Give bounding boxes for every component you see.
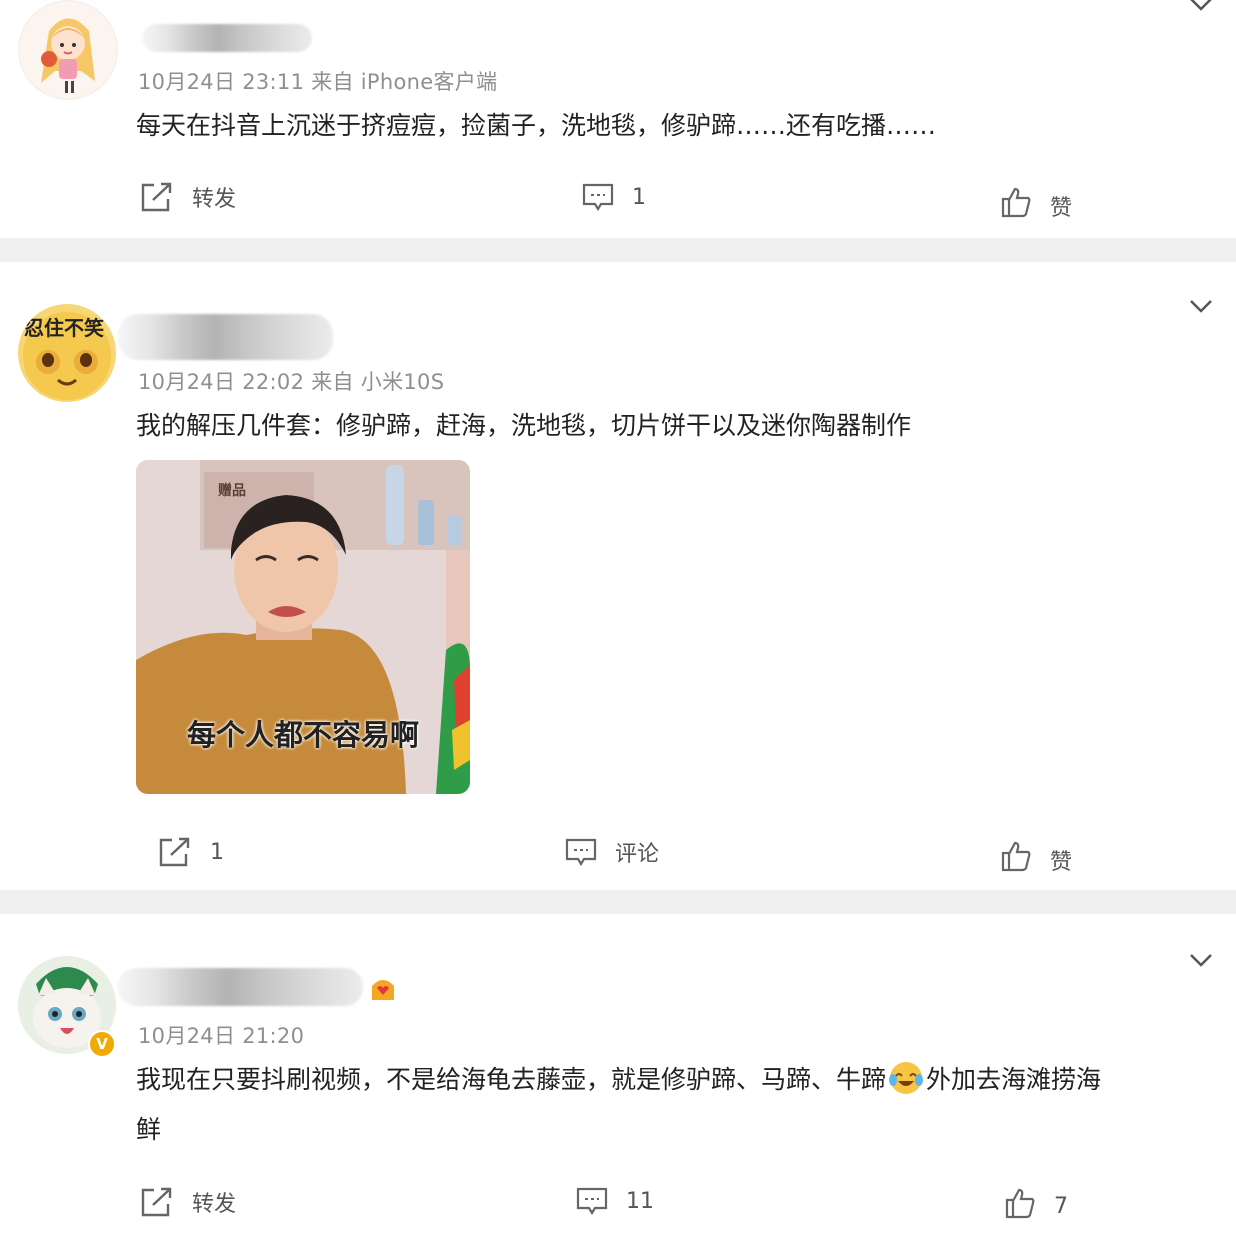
comment-meta: 10月24日 22:02 来自 小米10S (138, 370, 445, 394)
username-redacted[interactable] (118, 968, 363, 1006)
comment-text-line2: 鲜 (136, 1115, 162, 1144)
comment-card: 忍住不笑 10月24日 22:02 来自 小米10S 我的解压几件套：修驴蹄，赶… (0, 262, 1236, 890)
chevron-down-icon[interactable] (1188, 298, 1214, 316)
verified-badge: V (88, 1030, 116, 1058)
comment-meta: 10月24日 21:20 (138, 1024, 305, 1048)
meme-image[interactable]: 赠品 每个人都不容易啊 (136, 460, 470, 794)
like-button[interactable]: 赞 (1000, 182, 1072, 222)
like-label: 赞 (1050, 196, 1073, 221)
username-redacted[interactable] (118, 314, 333, 360)
comment-text: 每天在抖音上沉迷于挤痘痘，捡菌子，洗地毯，修驴蹄……还有吃播…… (136, 111, 937, 140)
like-button[interactable]: 赞 (1000, 836, 1072, 876)
repost-button[interactable]: 转发 (140, 1186, 236, 1218)
share-icon (141, 182, 172, 212)
repost-button[interactable]: 1 (158, 836, 224, 868)
comment-label: 评论 (615, 842, 660, 867)
repost-label: 转发 (192, 1192, 237, 1217)
comment-icon (565, 838, 597, 867)
comment-text-line1: 我现在只要抖刷视频，不是给海龟去藤壶，就是修驴蹄、马蹄、牛蹄 外加去海滩捞海 (136, 1060, 1101, 1096)
laugh-cry-emoji-icon (889, 1062, 924, 1094)
comment-card: V 10月24日 21:20 我现在只要抖刷视频，不是给海龟去藤壶，就是修驴蹄、… (0, 914, 1236, 1252)
comment-card: 10月24日 23:11 来自 iPhone客户端 每天在抖音上沉迷于挤痘痘，捡… (0, 0, 1236, 238)
comment-text: 我的解压几件套：修驴蹄，赶海，洗地毯，切片饼干以及迷你陶器制作 (136, 411, 912, 440)
sticker-sign: 赠品 (218, 483, 246, 499)
member-badge-icon (372, 980, 394, 1000)
sticker-caption: 每个人都不容易啊 (186, 718, 419, 752)
comment-button[interactable]: 1 (582, 182, 646, 212)
comment-text-after: 外加去海滩捞海 (926, 1065, 1102, 1094)
cartoon-girl-avatar-icon (19, 1, 117, 99)
thumbs-up-icon (1005, 1188, 1035, 1218)
repost-button[interactable]: 转发 (140, 181, 236, 213)
comment-icon (576, 1187, 608, 1216)
repost-count: 1 (210, 839, 224, 865)
avatar[interactable]: 忍住不笑 (18, 304, 116, 402)
like-count: 7 (1054, 1194, 1068, 1219)
avatar-text: 忍住不笑 (24, 316, 104, 340)
chevron-down-icon[interactable] (1188, 0, 1214, 14)
share-icon (159, 837, 190, 867)
like-label: 赞 (1050, 850, 1073, 875)
comment-button[interactable]: 11 (576, 1186, 654, 1216)
thumbs-up-icon (1001, 187, 1031, 218)
thumbs-up-icon (1001, 841, 1031, 872)
comment-count: 11 (626, 1188, 654, 1214)
comment-button[interactable]: 评论 (565, 836, 659, 868)
username-redacted[interactable] (142, 24, 312, 52)
repost-label: 转发 (192, 187, 237, 212)
comment-text: 我现在只要抖刷视频，不是给海龟去藤壶，就是修驴蹄、马蹄、牛蹄 (136, 1065, 887, 1094)
avatar[interactable] (18, 0, 118, 100)
comment-icon (582, 183, 614, 212)
share-icon (141, 1187, 172, 1217)
comment-meta: 10月24日 23:11 来自 iPhone客户端 (138, 70, 498, 94)
chevron-down-icon[interactable] (1188, 952, 1214, 970)
like-button[interactable]: 7 (1004, 1186, 1068, 1219)
comment-count: 1 (632, 184, 646, 210)
